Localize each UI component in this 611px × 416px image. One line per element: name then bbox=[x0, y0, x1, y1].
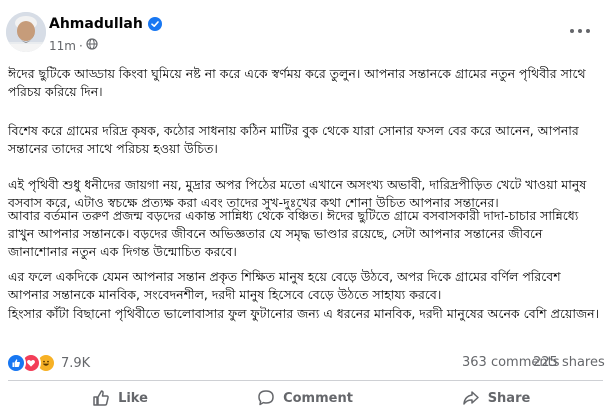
meta-separator: · bbox=[78, 38, 83, 53]
shares-count[interactable]: 225 shares bbox=[533, 355, 605, 370]
reaction-count[interactable]: 7.9K bbox=[61, 356, 90, 371]
post-paragraph: হিংসার কাঁটা বিছানো পৃথিবীতে ভালোবাসার ফ… bbox=[8, 306, 600, 321]
author-header: Ahmadullah bbox=[49, 16, 162, 32]
like-reaction-icon bbox=[6, 353, 26, 373]
verified-badge-icon bbox=[147, 17, 162, 31]
avatar-image bbox=[6, 12, 46, 52]
post-paragraph: বিশেষ করে গ্রামের দরিদ্র কৃষক, কঠোর সাধন… bbox=[8, 123, 579, 156]
post-paragraph: ঈদের ছুটিকে আড্ডায় কিংবা ঘুমিয়ে নষ্ট ন… bbox=[8, 66, 586, 99]
post-meta: 11m · bbox=[49, 38, 98, 53]
more-options-icon[interactable] bbox=[570, 24, 590, 38]
divider bbox=[8, 380, 603, 381]
share-icon bbox=[462, 389, 480, 407]
like-label: Like bbox=[118, 390, 148, 406]
post-card: Ahmadullah 11m · ঈদের ছুটিকে আড্ডায় কিং… bbox=[0, 0, 611, 416]
like-button[interactable]: Like bbox=[85, 384, 155, 412]
post-paragraph: এর ফলে একদিকে যেমন আপনার সন্তান প্রকৃত শ… bbox=[8, 269, 561, 302]
post-paragraph: আবার বর্তমান তরুণ প্রজন্ম বড়দের একান্ত … bbox=[8, 208, 579, 259]
post-time[interactable]: 11m bbox=[49, 39, 76, 53]
reactions-summary[interactable]: 7.9K bbox=[6, 353, 90, 373]
globe-icon bbox=[86, 38, 98, 53]
author-name[interactable]: Ahmadullah bbox=[49, 16, 143, 32]
share-button[interactable]: Share bbox=[455, 384, 537, 412]
comment-button[interactable]: Comment bbox=[253, 384, 357, 412]
avatar[interactable] bbox=[6, 12, 46, 52]
comment-label: Comment bbox=[283, 390, 353, 406]
comment-icon bbox=[257, 389, 275, 407]
engagement-summary: 7.9K 363 comments 225 shares bbox=[0, 353, 611, 373]
like-icon bbox=[92, 389, 110, 407]
share-label: Share bbox=[487, 390, 531, 406]
